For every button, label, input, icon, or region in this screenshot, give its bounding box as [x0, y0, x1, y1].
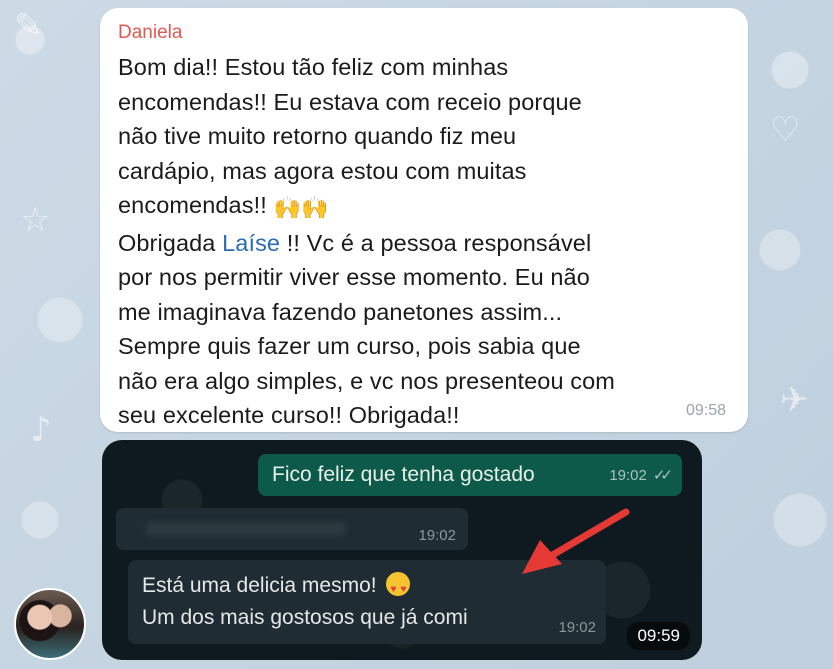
- outgoing-message-time: 19:02: [609, 466, 647, 484]
- message-line: encomendas!! 🙌🙌: [118, 188, 728, 226]
- raising-hands-icon: 🙌🙌: [273, 195, 329, 220]
- avatar[interactable]: [14, 588, 86, 660]
- message-line: Bom dia!! Estou tão feliz com minhas: [118, 54, 509, 80]
- image-time-badge: 09:59: [627, 622, 690, 650]
- redacted-message-bubble: 19:02: [116, 508, 468, 550]
- plane-doodle-icon: ✈: [780, 380, 809, 420]
- message-time: 09:58: [685, 402, 726, 419]
- heart-eyes-emoji-icon: [386, 572, 411, 606]
- message-line: seu excelente curso!! Obrigada!!: [118, 402, 460, 428]
- outgoing-message-bubble: Fico feliz que tenha gostado 19:02 ✓✓: [258, 454, 682, 496]
- message-line: Obrigada Laíse !! Vc é a pessoa responsá…: [118, 226, 728, 261]
- incoming-message-time: 19:02: [558, 619, 596, 636]
- message-line: encomendas!! Eu estava com receio porque: [118, 88, 582, 115]
- message-line: não era algo simples, e vc nos presenteo…: [118, 367, 615, 394]
- message-line: não tive muito retorno quando fiz meu: [118, 123, 517, 149]
- mention-link[interactable]: Laíse: [222, 230, 280, 256]
- message-line: Sempre quis fazer um curso, pois sabia q…: [118, 333, 581, 359]
- message-line-text: !! Vc é a pessoa responsável: [280, 229, 592, 256]
- message-text: Bom dia!! Estou tão feliz com minhas enc…: [118, 50, 728, 433]
- sender-name[interactable]: Daniela: [118, 22, 728, 44]
- incoming-message-text: Está uma delicia mesmo!: [142, 574, 377, 597]
- heart-doodle-icon: ♡: [770, 110, 801, 150]
- message-line-text: encomendas!!: [118, 192, 267, 218]
- redacted-message-time: 19:02: [418, 527, 456, 544]
- outgoing-message-meta: 19:02 ✓✓: [609, 466, 673, 485]
- message-line: cardápio, mas agora estou com muitas: [118, 157, 527, 184]
- outgoing-message-text: Fico feliz que tenha gostado: [272, 463, 535, 486]
- star-doodle-icon: ☆: [20, 200, 51, 240]
- redacted-content: [146, 522, 346, 536]
- screenshot-image-bubble[interactable]: Fico feliz que tenha gostado 19:02 ✓✓ 19…: [102, 440, 702, 660]
- message-line: por nos permitir viver esse momento. Eu …: [118, 264, 590, 290]
- paw-doodle-icon: ✎: [14, 6, 43, 46]
- red-arrow-icon: [522, 508, 630, 574]
- message-line-text: Obrigada: [118, 229, 223, 256]
- incoming-message-line: Um dos mais gostosos que já comi: [142, 606, 468, 629]
- incoming-message-bubble[interactable]: Daniela Bom dia!! Estou tão feliz com mi…: [100, 8, 748, 432]
- music-doodle-icon: ♪: [30, 410, 52, 450]
- message-line: me imaginava fazendo panetones assim...: [118, 298, 563, 325]
- double-check-icon: ✓✓: [652, 467, 673, 484]
